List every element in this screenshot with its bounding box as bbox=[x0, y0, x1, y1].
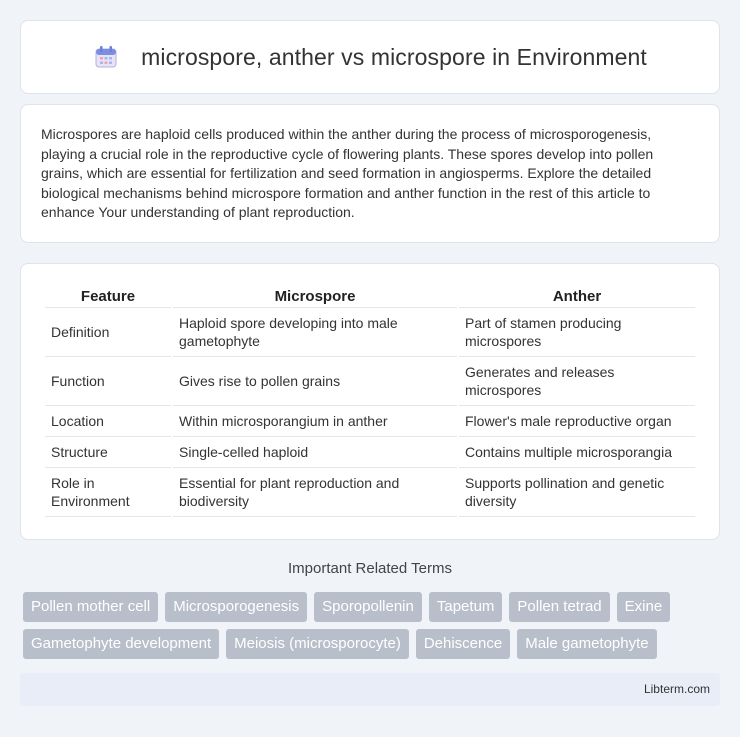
header-feature: Feature bbox=[45, 284, 171, 308]
intro-text: Microspores are haploid cells produced w… bbox=[41, 126, 654, 220]
footer-site-link[interactable]: Libterm.com bbox=[644, 682, 710, 696]
cell-feature: Definition bbox=[45, 308, 171, 357]
related-term-tag[interactable]: Male gametophyte bbox=[517, 629, 657, 659]
calendar-icon bbox=[93, 44, 119, 70]
cell-feature: Structure bbox=[45, 437, 171, 468]
cell-feature: Function bbox=[45, 357, 171, 406]
table-row: Definition Haploid spore developing into… bbox=[45, 308, 695, 357]
table-row: Role in Environment Essential for plant … bbox=[45, 468, 695, 517]
cell-anther: Supports pollination and genetic diversi… bbox=[459, 468, 695, 517]
table-row: Location Within microsporangium in anthe… bbox=[45, 406, 695, 437]
comparison-table: Feature Microspore Anther Definition Hap… bbox=[43, 284, 697, 517]
cell-microspore: Essential for plant reproduction and bio… bbox=[173, 468, 457, 517]
related-term-tag[interactable]: Pollen tetrad bbox=[509, 592, 610, 622]
cell-feature: Location bbox=[45, 406, 171, 437]
header-card: microspore, anther vs microspore in Envi… bbox=[20, 20, 720, 94]
table-row: Structure Single-celled haploid Contains… bbox=[45, 437, 695, 468]
header-anther: Anther bbox=[459, 284, 695, 308]
cell-anther: Generates and releases microspores bbox=[459, 357, 695, 406]
related-term-tag[interactable]: Exine bbox=[616, 592, 671, 622]
cell-anther: Part of stamen producing microspores bbox=[459, 308, 695, 357]
related-term-tag[interactable]: Pollen mother cell bbox=[23, 592, 159, 622]
related-terms-title: Important Related Terms bbox=[288, 560, 452, 577]
cell-microspore: Haploid spore developing into male gamet… bbox=[173, 308, 457, 357]
table-header-row: Feature Microspore Anther bbox=[45, 284, 695, 308]
related-terms-list: Pollen mother cell Microsporogenesis Spo… bbox=[23, 592, 723, 666]
intro-card: Microspores are haploid cells produced w… bbox=[20, 104, 720, 243]
footer-bar: Libterm.com bbox=[20, 673, 720, 706]
cell-microspore: Single-celled haploid bbox=[173, 437, 457, 468]
page-title: microspore, anther vs microspore in Envi… bbox=[141, 43, 647, 70]
cell-anther: Contains multiple microsporangia bbox=[459, 437, 695, 468]
related-term-tag[interactable]: Meiosis (microsporocyte) bbox=[226, 629, 409, 659]
comparison-card: Feature Microspore Anther Definition Hap… bbox=[20, 263, 720, 540]
related-term-tag[interactable]: Microsporogenesis bbox=[165, 592, 308, 622]
related-term-tag[interactable]: Tapetum bbox=[428, 592, 503, 622]
cell-feature: Role in Environment bbox=[45, 468, 171, 517]
cell-microspore: Within microsporangium in anther bbox=[173, 406, 457, 437]
cell-anther: Flower's male reproductive organ bbox=[459, 406, 695, 437]
related-term-tag[interactable]: Sporopollenin bbox=[314, 592, 422, 622]
cell-microspore: Gives rise to pollen grains bbox=[173, 357, 457, 406]
header-microspore: Microspore bbox=[173, 284, 457, 308]
related-term-tag[interactable]: Gametophyte development bbox=[23, 629, 220, 659]
related-term-tag[interactable]: Dehiscence bbox=[415, 629, 511, 659]
table-row: Function Gives rise to pollen grains Gen… bbox=[45, 357, 695, 406]
